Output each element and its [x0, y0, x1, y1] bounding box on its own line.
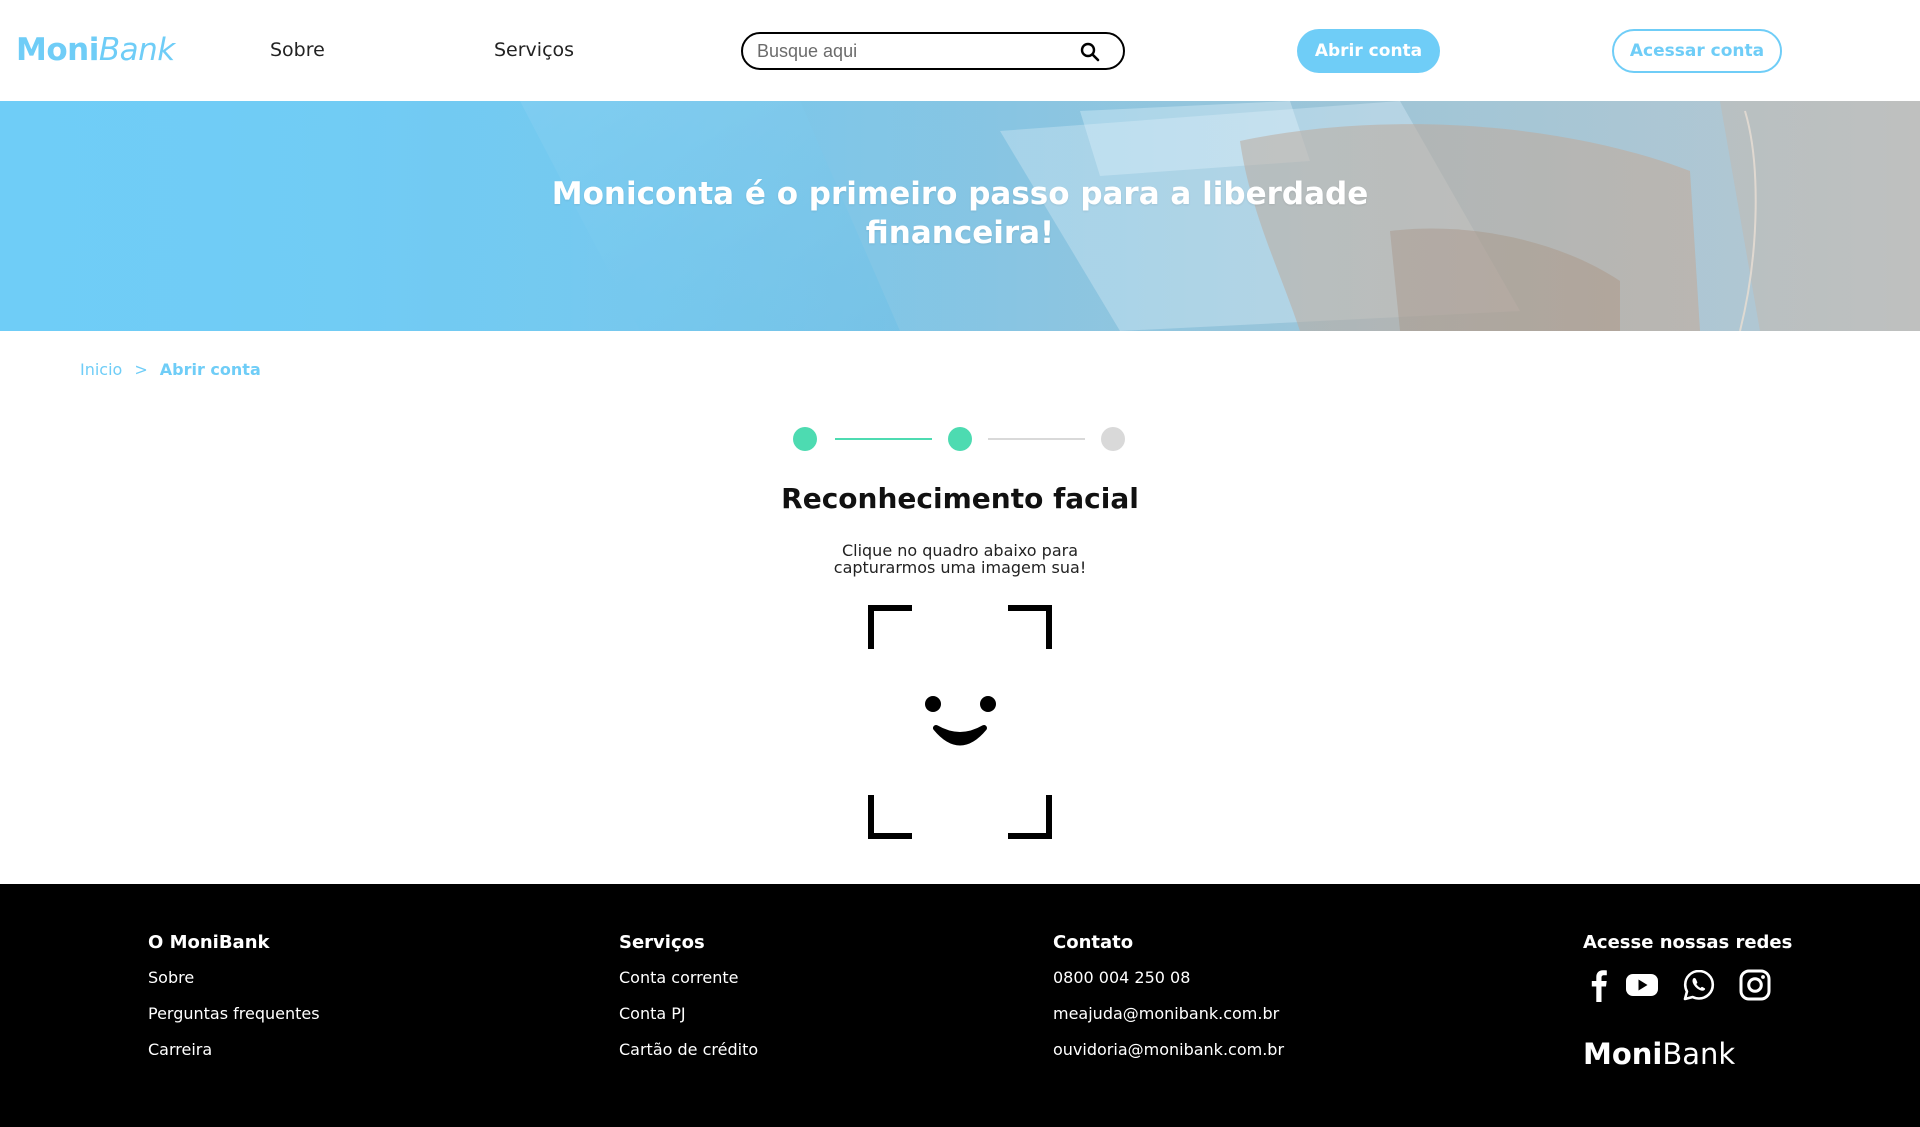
- footer-link-list: Sobre Perguntas frequentes Carreira: [148, 967, 320, 1060]
- footer-heading: Serviços: [619, 932, 705, 953]
- step-1-connector: [835, 438, 932, 440]
- footer-column-contato: Contato 0800 004 250 08 meajuda@monibank…: [1053, 931, 1284, 1075]
- social-links: [1582, 968, 1772, 1002]
- hero-banner: Moniconta é o primeiro passo para a libe…: [0, 101, 1920, 331]
- breadcrumb-home-link[interactable]: Inicio: [80, 359, 122, 381]
- footer-column-redes: Acesse nossas redes: [1583, 931, 1792, 955]
- footer-heading: Contato: [1053, 932, 1134, 953]
- footer-logo-bold-text: Moni: [1583, 1037, 1663, 1071]
- footer-link-faq[interactable]: Perguntas frequentes: [148, 1004, 320, 1023]
- footer-social-heading: Acesse nossas redes: [1583, 932, 1793, 953]
- description-line-2: capturarmos uma imagem sua!: [833, 558, 1087, 577]
- nav-link-servicos[interactable]: Serviços: [494, 37, 574, 63]
- nav-link-sobre[interactable]: Sobre: [270, 37, 325, 63]
- logo-bold-text: Moni: [16, 32, 99, 68]
- footer-link-cartao-credito[interactable]: Cartão de crédito: [619, 1040, 758, 1059]
- footer-email-ombudsman[interactable]: ouvidoria@monibank.com.br: [1053, 1040, 1284, 1059]
- section-description: Clique no quadro abaixo para capturarmos…: [760, 542, 1160, 576]
- footer-email-help[interactable]: meajuda@monibank.com.br: [1053, 1004, 1279, 1023]
- face-scan-icon: [868, 605, 1052, 839]
- site-header: MoniBank Sobre Serviços Abrir conta Aces…: [0, 0, 1920, 101]
- footer-link-carreira[interactable]: Carreira: [148, 1040, 212, 1059]
- site-footer: O MoniBank Sobre Perguntas frequentes Ca…: [0, 884, 1920, 1127]
- open-account-button[interactable]: Abrir conta: [1297, 29, 1440, 73]
- breadcrumb: Inicio > Abrir conta: [80, 359, 261, 381]
- footer-link-conta-pj[interactable]: Conta PJ: [619, 1004, 686, 1023]
- footer-column-servicos: Serviços Conta corrente Conta PJ Cartão …: [619, 931, 758, 1075]
- step-2-connector: [988, 438, 1085, 440]
- footer-column-monibank: O MoniBank Sobre Perguntas frequentes Ca…: [148, 931, 320, 1075]
- search-icon[interactable]: [1078, 40, 1102, 64]
- hero-title: Moniconta é o primeiro passo para a libe…: [551, 176, 1369, 251]
- breadcrumb-separator: >: [134, 360, 148, 379]
- facebook-icon[interactable]: [1582, 968, 1616, 1002]
- step-1-dot: [793, 427, 817, 451]
- monibank-logo[interactable]: MoniBank: [16, 32, 175, 68]
- footer-phone[interactable]: 0800 004 250 08: [1053, 968, 1190, 987]
- instagram-icon[interactable]: [1738, 968, 1772, 1002]
- footer-heading: O MoniBank: [148, 932, 270, 953]
- progress-stepper: [793, 425, 1128, 453]
- footer-link-conta-corrente[interactable]: Conta corrente: [619, 968, 738, 987]
- footer-logo-light-text: Bank: [1662, 1037, 1736, 1071]
- step-2-dot: [948, 427, 972, 451]
- logo-light-text: Bank: [98, 32, 175, 68]
- search-bar: [741, 32, 1125, 70]
- access-account-button[interactable]: Acessar conta: [1612, 29, 1782, 73]
- whatsapp-icon[interactable]: [1682, 968, 1716, 1002]
- footer-link-list: Conta corrente Conta PJ Cartão de crédit…: [619, 967, 758, 1060]
- footer-link-sobre[interactable]: Sobre: [148, 968, 194, 987]
- footer-monibank-logo[interactable]: MoniBank: [1583, 1036, 1735, 1072]
- footer-link-list: 0800 004 250 08 meajuda@monibank.com.br …: [1053, 967, 1284, 1060]
- search-input[interactable]: [757, 38, 1077, 64]
- breadcrumb-current: Abrir conta: [159, 360, 261, 379]
- step-3-dot: [1101, 427, 1125, 451]
- section-title: Reconhecimento facial: [781, 482, 1139, 515]
- face-capture-frame[interactable]: [868, 605, 1052, 839]
- youtube-icon[interactable]: [1625, 968, 1659, 1002]
